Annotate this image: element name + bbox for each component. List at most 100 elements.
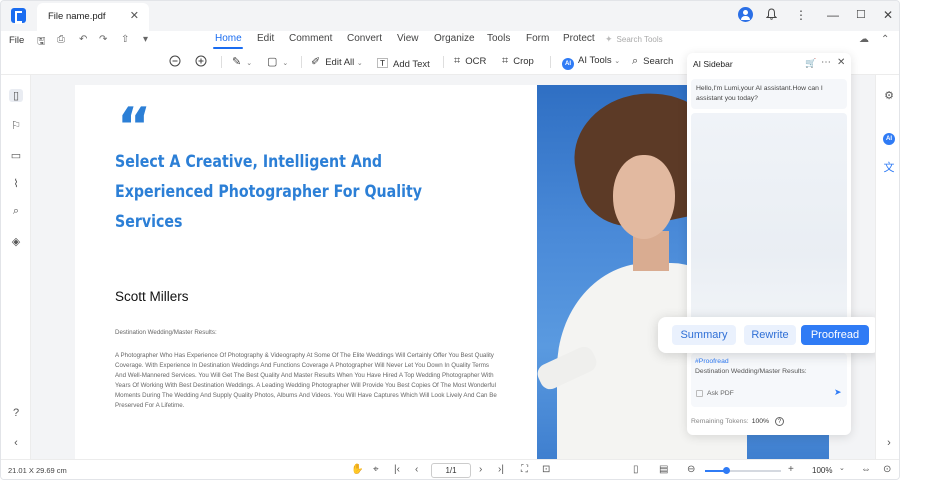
author-name[interactable]: Scott Millers <box>115 289 189 304</box>
bookmark-icon[interactable]: ⚐ <box>9 119 23 132</box>
scroll-mode-icon[interactable]: ▤ <box>659 464 668 475</box>
bell-icon[interactable] <box>765 8 778 23</box>
share-icon[interactable]: ⇧ <box>121 34 129 45</box>
present-icon[interactable]: ⊡ <box>542 464 550 475</box>
page-layout-icon[interactable]: ▯ <box>633 464 639 475</box>
more-vertical-icon[interactable]: ⋮ <box>795 8 807 22</box>
send-icon[interactable]: ➤ <box>834 387 842 398</box>
undo-icon[interactable]: ↶ <box>79 34 87 45</box>
toolbar-divider <box>550 56 551 68</box>
zoom-slider[interactable] <box>705 467 781 474</box>
ai-response-area <box>691 113 847 341</box>
minimize-icon[interactable]: — <box>827 8 839 22</box>
tab-organize[interactable]: Organize <box>434 33 475 44</box>
dropdown-icon[interactable]: ▾ <box>143 34 148 45</box>
close-icon[interactable]: ✕ <box>837 57 845 68</box>
close-window-icon[interactable]: ✕ <box>883 8 893 22</box>
collapse-left-icon[interactable]: ‹ <box>9 437 23 449</box>
previous-page-icon[interactable]: ‹ <box>415 464 418 475</box>
ai-input-text[interactable]: Destination Wedding/Master Results: <box>695 368 807 375</box>
edit-all-button[interactable]: ✐ Edit All ⌄ <box>311 55 363 68</box>
toolbar-divider <box>443 56 444 68</box>
toolbar-divider <box>301 56 302 68</box>
ai-input-box[interactable]: #Proofread Destination Wedding/Master Re… <box>691 353 847 407</box>
section-label[interactable]: Destination Wedding/Master Results: <box>115 329 217 336</box>
remaining-tokens: Remaining Tokens: 100%? <box>691 417 785 426</box>
crop-button[interactable]: ⌗ Crop <box>502 55 534 68</box>
fit-width-icon[interactable]: ⇔ <box>861 464 871 475</box>
zoom-dropdown-icon[interactable]: ⌄ <box>839 464 845 472</box>
rewrite-button[interactable]: Rewrite <box>744 325 796 345</box>
tab-protect[interactable]: Protect <box>563 33 595 44</box>
zoom-slider-handle[interactable] <box>723 467 731 474</box>
highlight-tool[interactable]: ✎ ⌄ <box>232 55 252 68</box>
document-headline[interactable]: Select A Creative, Intelligent And Exper… <box>115 147 459 237</box>
tokens-value: 100% <box>751 418 770 425</box>
app-window: File name.pdf ✕ ⋮ — ☐ ✕ File 🖫 ⎙ ↶ ↷ ⇧ ▾… <box>0 0 900 480</box>
zoom-level[interactable]: 100% <box>812 466 832 475</box>
collapse-status-icon[interactable]: ⊙ <box>883 464 891 475</box>
attachment-icon[interactable]: ⌇ <box>9 177 23 190</box>
ask-pdf-checkbox[interactable] <box>696 390 703 397</box>
cart-icon[interactable]: 🛒 <box>805 58 816 69</box>
last-page-icon[interactable]: ›| <box>498 464 504 475</box>
shape-tool[interactable]: ▢ ⌄ <box>267 55 288 68</box>
tab-view[interactable]: View <box>397 33 419 44</box>
hand-tool-icon[interactable]: ✋ <box>351 464 363 475</box>
close-tab-icon[interactable]: ✕ <box>130 9 139 22</box>
first-page-icon[interactable]: |‹ <box>394 464 400 475</box>
next-page-icon[interactable]: › <box>479 464 482 475</box>
maximize-icon[interactable]: ☐ <box>856 8 866 21</box>
search-tools-field[interactable]: ✦ Search Tools <box>605 34 663 45</box>
tab-form[interactable]: Form <box>526 33 549 44</box>
text-box-icon: 🅃 <box>377 58 388 70</box>
proofread-button[interactable]: Proofread <box>801 325 869 345</box>
add-text-button[interactable]: 🅃 Add Text <box>377 55 430 71</box>
select-tool-icon[interactable]: ⌖ <box>373 464 379 475</box>
expand-right-icon[interactable]: › <box>882 437 896 449</box>
print-icon[interactable]: ⎙ <box>57 34 65 45</box>
page-number-input[interactable]: 1/1 <box>431 463 471 478</box>
highlighter-icon: ✎ <box>232 56 242 68</box>
page-thumbnail-icon[interactable]: ▯ <box>9 89 23 102</box>
ai-tools-button[interactable]: AI AI Tools ⌄ <box>562 55 620 70</box>
help-icon[interactable]: ? <box>775 417 785 426</box>
tab-tools[interactable]: Tools <box>487 33 510 44</box>
cloud-upload-icon[interactable]: ☁ <box>859 34 869 45</box>
file-menu[interactable]: File <box>9 35 24 46</box>
avatar-icon[interactable] <box>738 7 753 22</box>
zoom-in-icon[interactable]: + <box>788 464 794 475</box>
ai-action-bar: Summary Rewrite Proofread <box>658 317 880 353</box>
tab-home[interactable]: Home <box>215 33 242 44</box>
search-label: Search <box>643 56 674 67</box>
app-logo-icon <box>11 8 26 24</box>
tab-comment[interactable]: Comment <box>289 33 332 44</box>
zoom-out-icon[interactable]: ⊖ <box>687 464 695 475</box>
body-paragraph[interactable]: A Photographer Who Has Experience Of Pho… <box>115 351 500 412</box>
tab-edit[interactable]: Edit <box>257 33 274 44</box>
redo-icon[interactable]: ↷ <box>99 34 107 45</box>
ai-assistant-icon[interactable]: AI <box>882 129 896 145</box>
title-bar: File name.pdf ✕ ⋮ — ☐ ✕ <box>1 1 899 31</box>
document-tab[interactable]: File name.pdf ✕ <box>37 3 149 31</box>
status-bar: 21.01 X 29.69 cm ✋ ⌖ |‹ ‹ 1/1 › ›| ⛶ ⊡ ▯… <box>1 459 899 479</box>
search-icon[interactable]: ⌕ <box>9 205 23 218</box>
crop-icon: ⌗ <box>502 55 509 67</box>
ai-greeting-message: Hello,I'm Lumi,your AI assistant.How can… <box>691 79 847 109</box>
search-button[interactable]: ⌕ Search <box>632 55 673 68</box>
layers-icon[interactable]: ◈ <box>9 235 23 248</box>
properties-icon[interactable]: ⚙ <box>882 89 896 102</box>
translate-icon[interactable]: 文 <box>882 159 896 175</box>
help-icon[interactable]: ? <box>9 407 23 419</box>
chevron-down-icon: ⌄ <box>356 60 363 67</box>
ocr-button[interactable]: ⌗ OCR <box>454 55 486 68</box>
zoom-out-icon[interactable] <box>169 55 182 71</box>
fit-page-icon[interactable]: ⛶ <box>521 464 528 475</box>
summary-button[interactable]: Summary <box>672 325 736 345</box>
collapse-ribbon-icon[interactable]: ⌃ <box>881 34 889 45</box>
tab-convert[interactable]: Convert <box>347 33 382 44</box>
zoom-in-icon[interactable] <box>195 55 208 71</box>
comment-icon[interactable]: ▭ <box>9 149 23 162</box>
more-horizontal-icon[interactable]: ⋯ <box>821 57 831 68</box>
ask-pdf-label: Ask PDF <box>707 390 734 397</box>
